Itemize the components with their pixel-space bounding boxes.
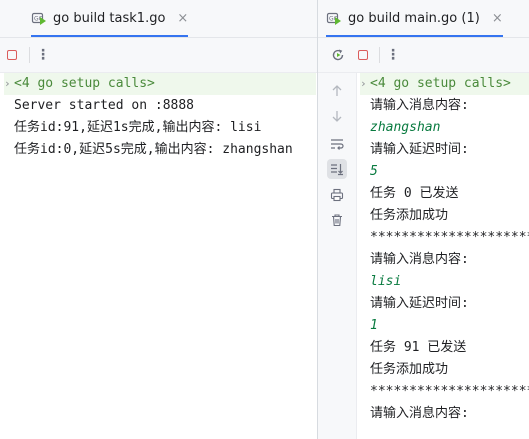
console-line-text: lisi bbox=[370, 274, 402, 289]
console-line-text: Server started on :8888 bbox=[14, 98, 195, 113]
console-line-text: 请输入消息内容: bbox=[370, 98, 469, 113]
console-line-text: <4 go setup calls> bbox=[14, 76, 155, 91]
console-line-text: 1 bbox=[370, 318, 378, 333]
console-line-text: 请输入延迟时间: bbox=[370, 142, 469, 157]
console-output-line: 请输入延迟时间: bbox=[360, 139, 529, 161]
console-output-line: 任务 0 已发送 bbox=[360, 183, 529, 205]
console-output-line: 请输入延迟时间: bbox=[360, 293, 529, 315]
console-line-text: 5 bbox=[370, 164, 378, 179]
more-options-button[interactable]: ⋮ bbox=[32, 44, 54, 66]
console-line-text: <4 go setup calls> bbox=[370, 76, 511, 91]
console-output-line: 任务添加成功 bbox=[360, 359, 529, 381]
stop-button[interactable] bbox=[1, 44, 23, 66]
right-run-panel: GO go build main.go (1) × ⋮ › <4 go setu… bbox=[318, 0, 529, 439]
clear-all-button[interactable] bbox=[327, 210, 347, 230]
console-user-input-line: 1 bbox=[360, 315, 529, 337]
print-icon bbox=[330, 188, 344, 202]
previous-occurrence-button[interactable] bbox=[327, 81, 347, 101]
arrow-up-icon bbox=[332, 85, 342, 96]
left-tab-bar: GO go build task1.go × bbox=[0, 0, 317, 38]
more-options-icon: ⋮ bbox=[386, 47, 400, 63]
stop-icon bbox=[358, 50, 368, 60]
fold-setup-calls[interactable]: › <4 go setup calls> bbox=[4, 73, 316, 95]
stop-icon bbox=[7, 50, 17, 60]
scroll-to-end-icon bbox=[331, 164, 343, 176]
left-toolbar: ⋮ bbox=[0, 38, 317, 73]
left-console-output[interactable]: › <4 go setup calls> Server started on :88… bbox=[4, 73, 316, 161]
close-icon[interactable]: × bbox=[177, 11, 188, 26]
right-console-output[interactable]: › <4 go setup calls> 请输入消息内容: zhangshan 请输入延… bbox=[360, 73, 529, 425]
console-user-input-line: lisi bbox=[360, 271, 529, 293]
console-output-line: 任务 91 已发送 bbox=[360, 337, 529, 359]
console-user-input-line: 5 bbox=[360, 161, 529, 183]
console-output-line: 请输入消息内容: bbox=[360, 403, 529, 425]
print-button[interactable] bbox=[327, 185, 347, 205]
trash-icon bbox=[332, 214, 342, 227]
toolbar-divider bbox=[29, 47, 30, 63]
console-line-text: 任务id:0,延迟5s完成,输出内容: zhangshan bbox=[14, 142, 293, 157]
chevron-right-icon[interactable]: › bbox=[4, 73, 14, 95]
scroll-to-end-button[interactable] bbox=[327, 159, 347, 179]
rerun-icon bbox=[332, 49, 344, 61]
console-line-text: 请输入消息内容: bbox=[370, 406, 469, 421]
tab-task1[interactable]: GO go build task1.go × bbox=[31, 0, 189, 37]
console-line-text: 任务添加成功 bbox=[370, 362, 449, 377]
soft-wrap-icon bbox=[331, 139, 344, 150]
fold-setup-calls[interactable]: › <4 go setup calls> bbox=[360, 73, 529, 95]
console-line-text: 任务 0 已发送 bbox=[370, 186, 459, 201]
chevron-right-icon[interactable]: › bbox=[360, 73, 370, 95]
left-run-panel: GO go build task1.go × ⋮ › <4 go setup ca… bbox=[0, 0, 317, 439]
console-line-text: 任务添加成功 bbox=[370, 208, 449, 223]
right-toolbar: ⋮ bbox=[318, 38, 529, 73]
console-line-text: 任务 91 已发送 bbox=[370, 340, 467, 355]
console-output-line: ****************************** bbox=[360, 227, 529, 249]
stop-button[interactable] bbox=[352, 44, 374, 66]
console-line-text: 任务id:91,延迟1s完成,输出内容: lisi bbox=[14, 120, 262, 135]
soft-wrap-button[interactable] bbox=[327, 134, 347, 154]
tab-main[interactable]: GO go build main.go (1) × bbox=[326, 0, 503, 37]
console-line-text: 请输入消息内容: bbox=[370, 252, 469, 267]
console-line-text: zhangshan bbox=[370, 120, 441, 135]
go-run-config-icon: GO bbox=[326, 10, 342, 26]
console-output-line: ****************************** bbox=[360, 381, 529, 403]
console-output-line: 任务id:91,延迟1s完成,输出内容: lisi bbox=[4, 117, 316, 139]
console-line-text: ****************************** bbox=[370, 230, 529, 245]
console-side-toolbar bbox=[318, 73, 357, 439]
console-output-line: Server started on :8888 bbox=[4, 95, 316, 117]
console-output-line: 任务添加成功 bbox=[360, 205, 529, 227]
more-options-button[interactable]: ⋮ bbox=[382, 44, 404, 66]
console-line-text: ****************************** bbox=[370, 384, 529, 399]
more-options-icon: ⋮ bbox=[36, 47, 50, 63]
console-line-text: 请输入延迟时间: bbox=[370, 296, 469, 311]
console-output-line: 请输入消息内容: bbox=[360, 249, 529, 271]
arrow-down-icon bbox=[332, 111, 342, 122]
next-occurrence-button[interactable] bbox=[327, 106, 347, 126]
toolbar-divider bbox=[379, 47, 380, 63]
console-user-input-line: zhangshan bbox=[360, 117, 529, 139]
right-tab-bar: GO go build main.go (1) × bbox=[318, 0, 529, 38]
rerun-button[interactable] bbox=[327, 44, 349, 66]
console-output-line: 任务id:0,延迟5s完成,输出内容: zhangshan bbox=[4, 139, 316, 161]
tab-label: go build main.go (1) bbox=[348, 10, 480, 26]
close-icon[interactable]: × bbox=[492, 11, 503, 26]
console-output-line: 请输入消息内容: bbox=[360, 95, 529, 117]
go-run-config-icon: GO bbox=[31, 10, 47, 26]
tab-label: go build task1.go bbox=[53, 10, 166, 26]
